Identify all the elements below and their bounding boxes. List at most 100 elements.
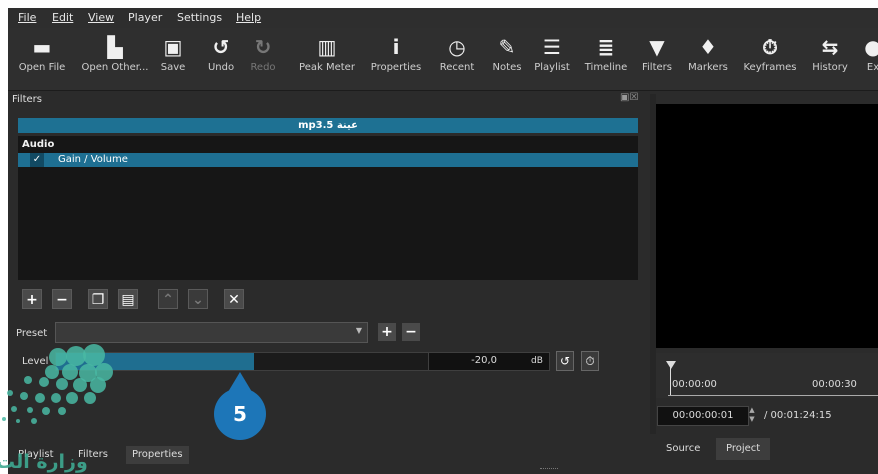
toolbar-properties-button[interactable]: i Properties (368, 32, 424, 86)
toolbar-filters-button[interactable]: ▼ Filters (638, 32, 676, 86)
watermark-dot (31, 418, 37, 424)
menu-player[interactable]: Player (128, 11, 162, 24)
move-up-button[interactable]: ⌃ (158, 289, 178, 309)
toolbar-label: Undo (207, 62, 235, 73)
toolbar-undo-button[interactable]: ↺ Undo (204, 32, 238, 86)
toolbar-keyframes-button[interactable]: ⏱ Keyframes (740, 32, 800, 86)
toolbar-label: Notes (492, 62, 522, 73)
toolbar-label: Save (160, 62, 186, 73)
keyframe-level-button[interactable]: ⏱ (581, 351, 599, 371)
filter-name: Gain / Volume (58, 154, 128, 165)
menu-file[interactable]: File (18, 11, 36, 24)
playhead-icon[interactable] (666, 361, 676, 369)
undo-icon: ↺ (212, 35, 230, 59)
watermark-text: وزارة الت (0, 451, 88, 473)
toolbar-label: Peak Meter (299, 62, 355, 73)
preset-combo[interactable]: ▼ (55, 322, 368, 343)
menu-settings[interactable]: Settings (177, 11, 222, 24)
toolbar-label: Filters (642, 62, 672, 73)
toolbar-playlist-button[interactable]: ☰ Playlist (532, 32, 572, 86)
menu-help[interactable]: Help (236, 11, 261, 24)
toolbar-open-other-button[interactable]: ▙ Open Other... (80, 32, 150, 86)
folder-icon: ▬ (32, 35, 52, 59)
timecode-spin-icon[interactable]: ▲ ▼ (746, 406, 758, 426)
info-icon: i (392, 35, 400, 59)
marker-icon: ♦ (699, 35, 717, 59)
toolbar-ex-button[interactable]: ● Ex (858, 32, 878, 86)
stopwatch-icon: ⏱ (762, 35, 778, 59)
watermark-dot (16, 419, 20, 423)
watermark-dot (24, 376, 32, 384)
tab-project[interactable]: Project (716, 438, 771, 460)
watermark-dot (84, 392, 96, 404)
save-icon: ▣ (163, 35, 183, 59)
resize-grip[interactable] (540, 468, 558, 471)
toolbar-save-button[interactable]: ▣ Save (156, 32, 190, 86)
timeline-ruler[interactable]: 00:00:00 00:00:30 (656, 353, 878, 398)
tab-properties[interactable]: Properties (126, 446, 189, 464)
save-preset-button[interactable]: + (378, 323, 396, 341)
delete-preset-button[interactable]: − (402, 323, 420, 341)
toolbar-label: Open File (18, 62, 66, 73)
menu-bar: File Edit View Player Settings Help (8, 8, 878, 28)
toolbar-label: Markers (688, 62, 728, 73)
toolbar-label: Properties (370, 62, 422, 73)
toolbar-open-file-button[interactable]: ▬ Open File (16, 32, 68, 86)
playhead-line (670, 367, 671, 395)
bottom-tab-bar: Playlist Filters Properties (8, 442, 653, 466)
toolbar-peak-meter-button[interactable]: ▥ Peak Meter (296, 32, 358, 86)
ruler-baseline (668, 395, 878, 396)
level-unit: dB (531, 356, 543, 366)
move-down-button[interactable]: ⌄ (188, 289, 208, 309)
watermark-dot (66, 392, 78, 404)
filter-group-header: Audio (22, 139, 55, 150)
toolbar-label: Ex (866, 62, 878, 73)
paste-filter-button[interactable]: ▤ (118, 289, 138, 309)
clip-name-bar: mp3.5 عينة (18, 118, 638, 133)
watermark-dot (51, 393, 61, 403)
ruler-label-30: 00:00:30 (812, 379, 857, 390)
duration-label: / 00:01:24:15 (764, 410, 832, 421)
add-filter-button[interactable]: + (22, 289, 42, 309)
dock-float-close-icon[interactable]: ▣☒ (620, 92, 638, 103)
toolbar-label: Redo (250, 62, 276, 73)
chevron-down-icon: ▼ (355, 326, 362, 335)
watermark-dot (20, 392, 28, 400)
toolbar-redo-button[interactable]: ↻ Redo (246, 32, 280, 86)
export-icon: ● (864, 35, 878, 59)
toolbar-label: History (812, 62, 848, 73)
filter-enable-checkbox[interactable]: ✓ (30, 153, 44, 167)
toolbar-recent-button[interactable]: ◷ Recent (435, 32, 479, 86)
toolbar-notes-button[interactable]: ✎ Notes (488, 32, 526, 86)
toolbar: ▬ Open File ▙ Open Other... ▣ Save ↺ Undo ↻ Redo ▥… (8, 28, 878, 91)
filters-panel-title: Filters (12, 94, 42, 105)
callout-badge: 5 (214, 388, 266, 440)
app-window: File Edit View Player Settings Help ▬ Ope… (8, 8, 878, 474)
reset-level-button[interactable]: ↺ (556, 351, 574, 371)
watermark-dot (49, 348, 67, 366)
toolbar-label: Playlist (534, 62, 570, 73)
peak-meter-icon: ▥ (317, 35, 337, 59)
open-other-icon: ▙ (107, 35, 123, 59)
filter-row-gain-volume[interactable]: ✓ Gain / Volume (18, 153, 638, 167)
tab-source[interactable]: Source (656, 438, 710, 460)
copy-filter-button[interactable]: ❐ (88, 289, 108, 309)
toolbar-label: Recent (439, 62, 475, 73)
menu-view[interactable]: View (88, 11, 114, 24)
watermark-dot (27, 407, 33, 413)
close-filter-button[interactable]: ✕ (224, 289, 244, 309)
watermark-dot (90, 377, 106, 393)
toolbar-label: Open Other... (81, 62, 149, 73)
toolbar-timeline-button[interactable]: ≣ Timeline (582, 32, 630, 86)
toolbar-markers-button[interactable]: ♦ Markers (684, 32, 732, 86)
remove-filter-button[interactable]: − (52, 289, 72, 309)
toolbar-history-button[interactable]: ⇆ History (808, 32, 852, 86)
level-label: Level (22, 356, 49, 367)
timecode-field[interactable]: 00:00:00:01 (657, 406, 749, 426)
history-icon: ⇆ (821, 35, 839, 59)
clock-icon: ◷ (448, 35, 466, 59)
watermark-dot (73, 378, 87, 392)
menu-edit[interactable]: Edit (52, 11, 73, 24)
watermark-dot (58, 407, 66, 415)
watermark-dot (2, 417, 6, 421)
